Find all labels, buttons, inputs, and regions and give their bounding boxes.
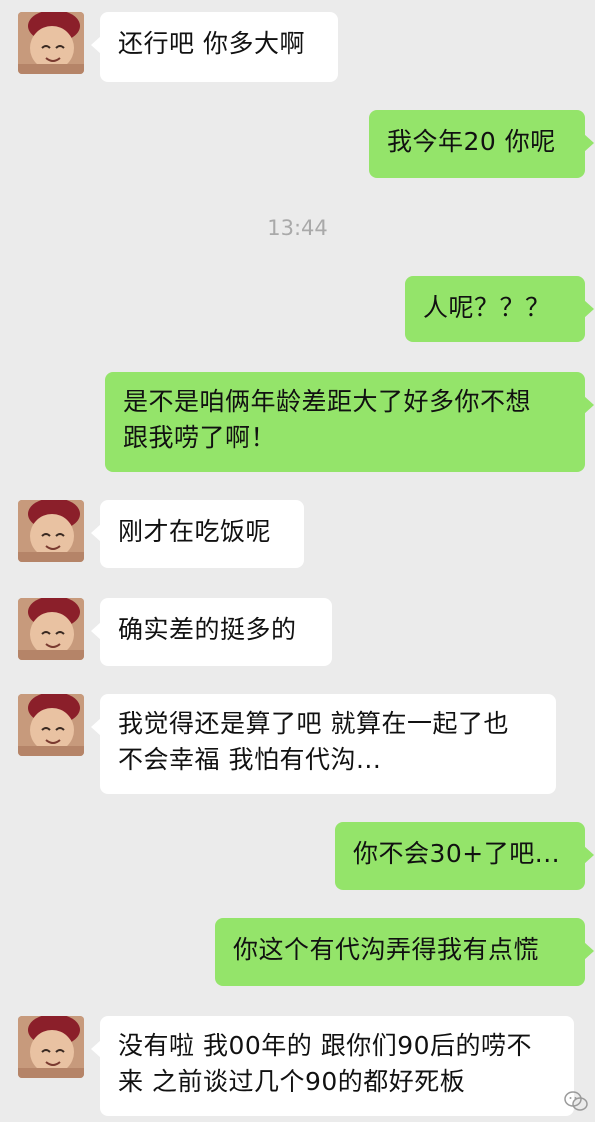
message-text: 你这个有代沟弄得我有点慌 xyxy=(233,935,540,964)
incoming-message[interactable]: 没有啦 我00年的 跟你们90后的唠不 来 之前谈过几个90的都好死板 xyxy=(91,1016,574,1116)
chat-area: 还行吧 你多大啊 我今年20 你呢 13:44 人呢？？？ 是不是咱俩年龄差距大… xyxy=(0,0,595,1122)
message-text-line: 我觉得还是算了吧 就算在一起了也 xyxy=(118,709,509,738)
incoming-message[interactable]: 确实差的挺多的 xyxy=(91,598,332,666)
contact-avatar[interactable] xyxy=(18,12,84,74)
girl-avatar-icon xyxy=(18,694,84,756)
girl-avatar-icon xyxy=(18,12,84,74)
incoming-message[interactable]: 刚才在吃饭呢 xyxy=(91,500,304,568)
message-text-line: 没有啦 我00年的 跟你们90后的唠不 xyxy=(118,1031,533,1060)
message-text: 刚才在吃饭呢 xyxy=(118,517,272,546)
girl-avatar-icon xyxy=(18,1016,84,1078)
time-divider: 13:44 xyxy=(267,216,328,240)
outgoing-message[interactable]: 人呢？？？ xyxy=(405,276,594,342)
message-text-line: 跟我唠了啊！ xyxy=(123,423,277,452)
incoming-message[interactable]: 还行吧 你多大啊 xyxy=(91,12,338,82)
wechat-watermark-icon xyxy=(563,1088,589,1114)
girl-avatar-icon xyxy=(18,598,84,660)
message-text: 还行吧 你多大啊 xyxy=(118,29,305,58)
incoming-message[interactable]: 我觉得还是算了吧 就算在一起了也 不会幸福 我怕有代沟... xyxy=(91,694,556,794)
contact-avatar[interactable] xyxy=(18,598,84,660)
message-text: 我今年20 你呢 xyxy=(387,127,556,156)
message-text: 人呢？？？ xyxy=(423,293,551,322)
outgoing-message[interactable]: 我今年20 你呢 xyxy=(369,110,594,178)
message-text: 你不会30+了吧... xyxy=(353,839,561,868)
outgoing-message[interactable]: 你这个有代沟弄得我有点慌 xyxy=(215,918,594,986)
contact-avatar[interactable] xyxy=(18,1016,84,1078)
contact-avatar[interactable] xyxy=(18,500,84,562)
outgoing-message[interactable]: 是不是咱俩年龄差距大了好多你不想 跟我唠了啊！ xyxy=(105,372,594,472)
message-text: 确实差的挺多的 xyxy=(118,615,297,644)
contact-avatar[interactable] xyxy=(18,694,84,756)
message-text-line: 不会幸福 我怕有代沟... xyxy=(118,745,382,774)
message-text-line: 来 之前谈过几个90的都好死板 xyxy=(118,1067,466,1096)
girl-avatar-icon xyxy=(18,500,84,562)
outgoing-message[interactable]: 你不会30+了吧... xyxy=(335,822,594,890)
message-text-line: 是不是咱俩年龄差距大了好多你不想 xyxy=(123,387,532,416)
